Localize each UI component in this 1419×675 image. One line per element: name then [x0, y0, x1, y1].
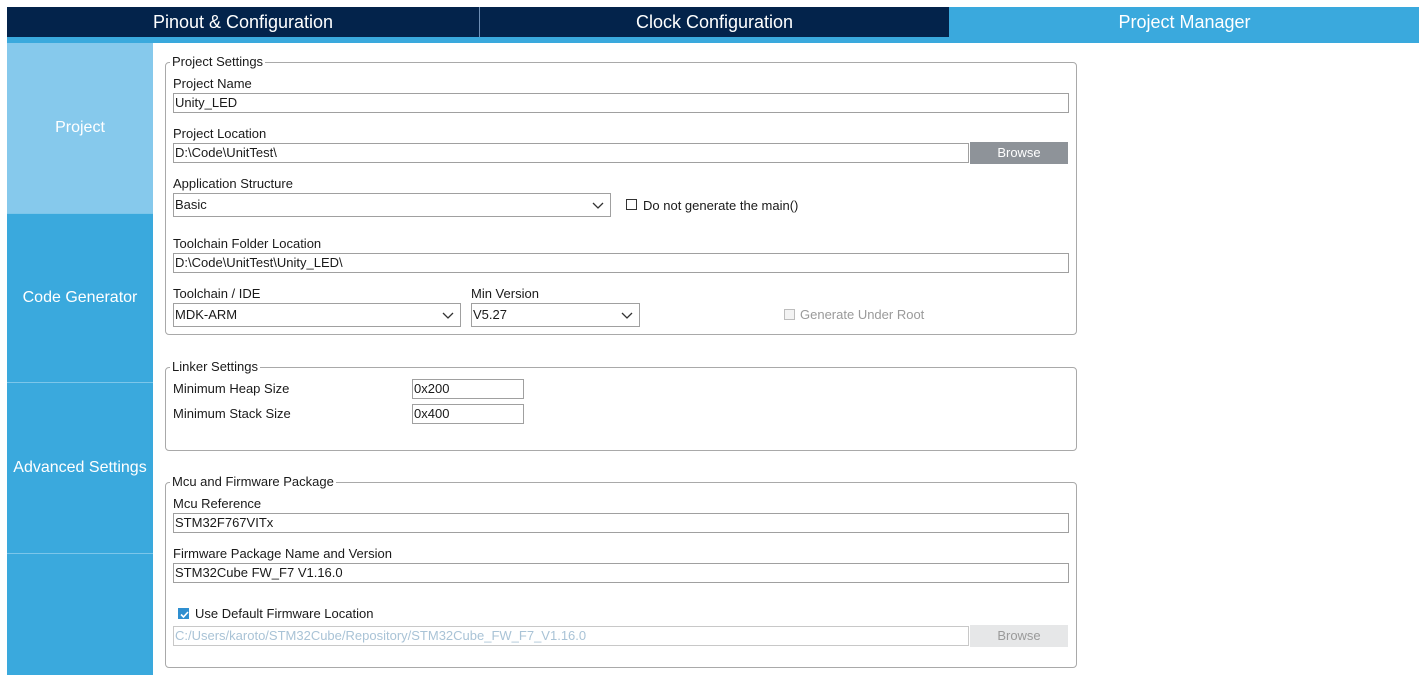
mcu-firmware-group: Mcu and Firmware Package Mcu Reference S…: [165, 474, 1077, 668]
tab-bar: Pinout & Configuration Clock Configurati…: [7, 7, 1419, 43]
generate-under-root-checkbox[interactable]: [784, 309, 795, 320]
chevron-down-icon: [442, 312, 454, 319]
fw-location-field[interactable]: C:/Users/karoto/STM32Cube/Repository/STM…: [173, 626, 969, 646]
fw-package-field[interactable]: STM32Cube FW_F7 V1.16.0: [173, 563, 1069, 583]
project-location-label: Project Location: [173, 126, 267, 141]
browse-location-button[interactable]: Browse: [970, 142, 1068, 164]
sidebar-item-label: Code Generator: [22, 289, 138, 306]
tab-clock-configuration[interactable]: Clock Configuration: [480, 7, 949, 37]
fw-package-label: Firmware Package Name and Version: [173, 546, 392, 561]
heap-size-label: Minimum Heap Size: [173, 381, 290, 396]
toolchain-ide-select[interactable]: MDK-ARM: [173, 303, 461, 327]
project-settings-group: Project Settings Project Name Unity_LED …: [165, 54, 1077, 335]
checkbox-checked-icon: [180, 611, 189, 619]
heap-size-field[interactable]: 0x200: [412, 379, 524, 399]
stack-size-label: Minimum Stack Size: [173, 406, 291, 421]
use-default-location-checkbox[interactable]: [178, 608, 189, 619]
use-default-location-label: Use Default Firmware Location: [195, 606, 374, 621]
project-location-field[interactable]: D:\Code\UnitTest\: [173, 143, 969, 163]
toolchain-folder-label: Toolchain Folder Location: [173, 236, 322, 251]
tab-project-manager[interactable]: Project Manager: [950, 7, 1419, 37]
min-version-label: Min Version: [471, 286, 539, 301]
sidebar-item-label: Advanced Settings: [13, 459, 147, 476]
generate-under-root-label: Generate Under Root: [800, 307, 925, 322]
mcu-reference-label: Mcu Reference: [173, 496, 262, 511]
chevron-down-icon: [621, 312, 633, 319]
toolchain-ide-value: MDK-ARM: [175, 307, 238, 322]
tab-pinout-configuration[interactable]: Pinout & Configuration: [7, 7, 480, 37]
min-version-select[interactable]: V5.27: [471, 303, 640, 327]
linker-settings-group: Linker Settings Minimum Heap Size 0x200 …: [165, 359, 1077, 451]
no-main-checkbox[interactable]: [626, 199, 637, 210]
chevron-down-icon: [592, 202, 604, 209]
toolchain-ide-label: Toolchain / IDE: [173, 286, 261, 301]
stack-size-field[interactable]: 0x400: [412, 404, 524, 424]
no-main-label: Do not generate the main(): [643, 198, 799, 213]
sidebar-item-label: Project: [55, 119, 105, 136]
browse-firmware-button[interactable]: Browse: [970, 625, 1068, 647]
sidebar-item-code-generator[interactable]: Code Generator: [7, 214, 153, 383]
project-settings-title: Project Settings: [170, 54, 266, 70]
toolchain-folder-field[interactable]: D:\Code\UnitTest\Unity_LED\: [173, 253, 1069, 273]
mcu-reference-field[interactable]: STM32F767VITx: [173, 513, 1069, 533]
app-structure-select[interactable]: Basic: [173, 193, 611, 217]
project-name-label: Project Name: [173, 76, 252, 91]
mcu-firmware-title: Mcu and Firmware Package: [170, 474, 336, 490]
min-version-value: V5.27: [473, 307, 507, 322]
sidebar-item-empty: [7, 554, 153, 675]
project-name-field[interactable]: Unity_LED: [173, 93, 1069, 113]
app-structure-value: Basic: [175, 197, 207, 212]
sidebar-item-project[interactable]: Project: [7, 43, 153, 214]
linker-settings-title: Linker Settings: [170, 359, 260, 375]
sidebar: Project Code Generator Advanced Settings: [7, 43, 153, 675]
app-structure-label: Application Structure: [173, 176, 293, 191]
sidebar-item-advanced-settings[interactable]: Advanced Settings: [7, 383, 153, 554]
